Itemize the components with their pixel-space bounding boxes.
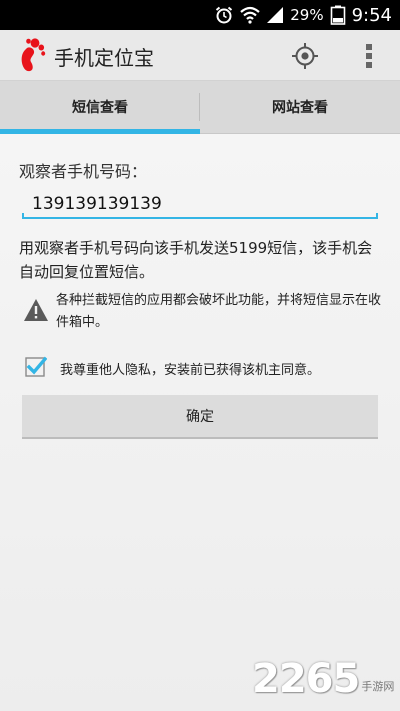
consent-label[interactable]: 我尊重他人隐私，安装前已获得该机主同意。 bbox=[60, 359, 320, 378]
tab-bar: 短信查看 网站查看 bbox=[0, 81, 400, 134]
locate-button[interactable] bbox=[288, 39, 322, 73]
tab-sms-view[interactable]: 短信查看 bbox=[0, 81, 200, 134]
alarm-icon bbox=[214, 5, 234, 25]
warning-text: 各种拦截短信的应用都会破坏此功能，并将短信显示在收件箱中。 bbox=[56, 293, 382, 330]
battery-icon bbox=[330, 5, 346, 25]
instruction-text: 用观察者手机号码向该手机发送5199短信，该手机会自动回复位置短信。 bbox=[19, 239, 373, 281]
tab-selected-indicator bbox=[0, 129, 200, 134]
checkmark-icon bbox=[25, 356, 48, 377]
tab-label: 短信查看 bbox=[72, 100, 128, 116]
consent-checkbox[interactable] bbox=[25, 356, 48, 378]
observer-phone-label: 观察者手机号码： bbox=[19, 162, 148, 181]
tab-web-view[interactable]: 网站查看 bbox=[200, 81, 400, 133]
watermark-number: 2265 bbox=[252, 656, 360, 702]
clock: 9:54 bbox=[351, 4, 392, 26]
status-bar: 29% 9:54 bbox=[0, 0, 400, 30]
observer-phone-input[interactable] bbox=[22, 188, 378, 220]
status-icons: 29% 9:54 bbox=[214, 0, 392, 30]
phone-input-underline bbox=[22, 213, 378, 219]
battery-percent: 29% bbox=[290, 6, 324, 24]
confirm-button[interactable]: 确定 bbox=[22, 395, 378, 439]
app-title: 手机定位宝 bbox=[54, 46, 154, 70]
signal-icon bbox=[266, 6, 284, 24]
footprint-icon bbox=[16, 37, 46, 73]
tab-label: 网站查看 bbox=[272, 100, 328, 116]
watermark-logo: 2265 手游网 bbox=[252, 656, 394, 702]
warning-icon bbox=[23, 297, 49, 323]
crosshair-icon bbox=[292, 43, 318, 69]
action-bar: 手机定位宝 bbox=[0, 30, 400, 81]
overflow-menu-icon bbox=[366, 44, 372, 68]
watermark-sub: 手游网 bbox=[361, 680, 395, 693]
overflow-menu-button[interactable] bbox=[358, 39, 380, 73]
wifi-icon bbox=[240, 6, 260, 24]
